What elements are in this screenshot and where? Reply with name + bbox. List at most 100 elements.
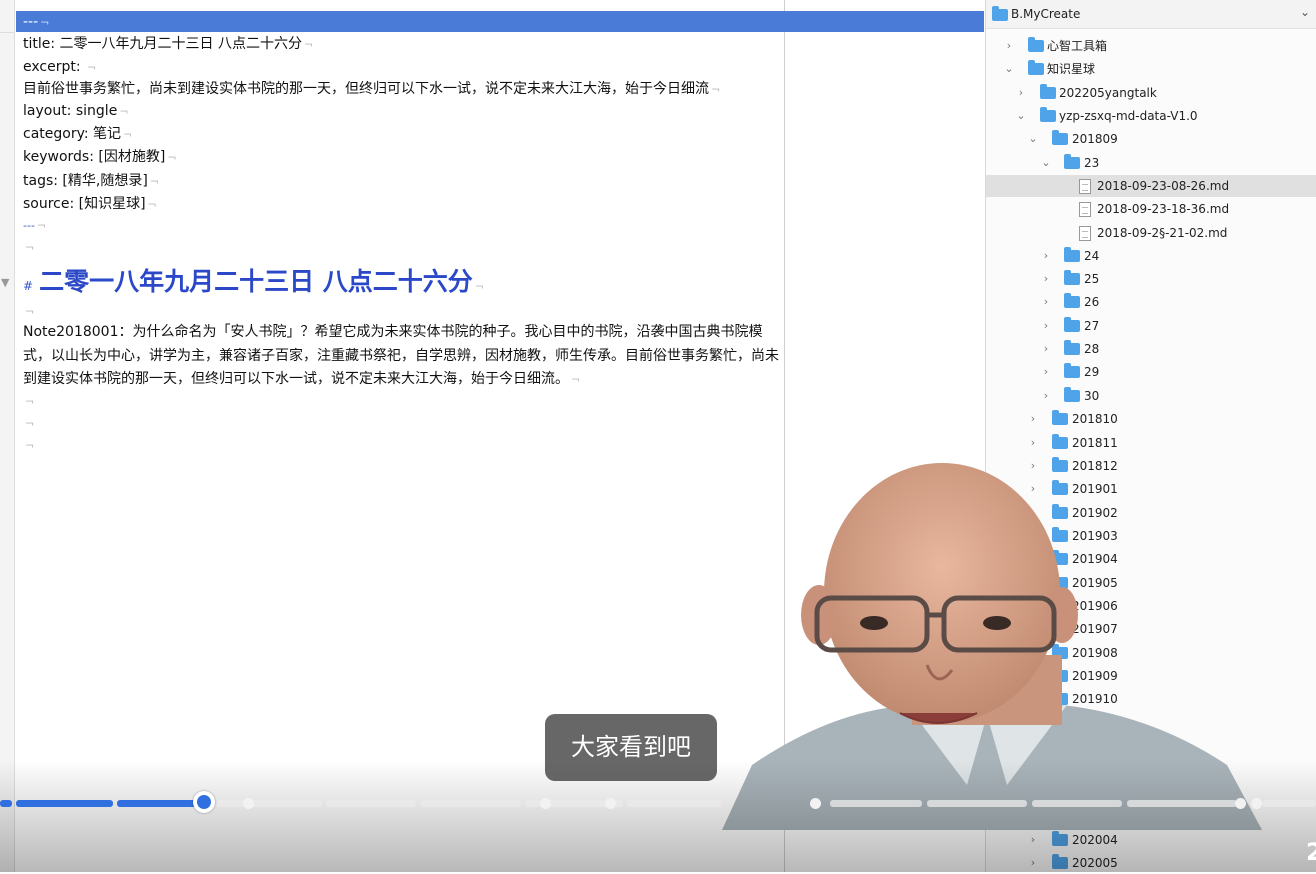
tree-folder-row[interactable]: › 心智工具箱 [986, 35, 1316, 57]
folder-icon [1052, 130, 1068, 145]
folder-icon [1064, 154, 1080, 169]
tree-item-label: 201809 [1072, 132, 1118, 146]
chapter-marker[interactable] [605, 798, 616, 809]
progress-chapter[interactable] [217, 800, 322, 807]
chevron-right-icon[interactable]: › [1041, 338, 1051, 360]
tree-file-row[interactable]: 2018-09-23-18-36.md [986, 198, 1316, 220]
folder-icon [1064, 363, 1080, 378]
markdown-file-icon [1079, 226, 1091, 241]
chevron-right-icon[interactable]: › [1041, 385, 1051, 407]
progress-chapter[interactable] [1262, 800, 1316, 807]
progress-scrubber-handle[interactable] [193, 791, 215, 813]
note-heading: # 二零一八年九月二十三日 八点二十六分 ¬ [23, 267, 484, 296]
chevron-right-icon[interactable]: › [1041, 291, 1051, 313]
progress-chapter[interactable] [0, 800, 12, 807]
frontmatter-excerpt: excerpt: ¬ [23, 59, 97, 75]
progress-chapter[interactable] [117, 800, 202, 807]
chevron-right-icon[interactable]: › [1016, 82, 1026, 104]
progress-chapter[interactable] [830, 800, 922, 807]
chevron-down-icon[interactable]: ⌄ [1016, 105, 1026, 127]
time-display: 2 [1306, 838, 1316, 866]
chevron-right-icon[interactable]: › [1041, 245, 1051, 267]
tree-folder-row[interactable]: › 26 [986, 291, 1316, 313]
chapter-marker[interactable] [540, 798, 551, 809]
chevron-right-icon[interactable]: › [1041, 315, 1051, 337]
tree-folder-row[interactable]: › 28 [986, 338, 1316, 360]
frontmatter-title: title: 二零一八年九月二十三日 八点二十六分 ¬ [23, 36, 314, 52]
folder-icon [1064, 270, 1080, 285]
progress-chapter[interactable] [627, 800, 721, 807]
frontmatter-keywords: keywords: [因材施教] ¬ [23, 149, 177, 165]
tree-folder-row[interactable]: › 30 [986, 385, 1316, 407]
tree-folder-row[interactable]: › 201811 [986, 432, 1316, 454]
chevron-right-icon[interactable]: › [1004, 35, 1014, 57]
tree-item-label: 27 [1084, 319, 1100, 333]
body-line: 式，以山长为中心，讲学为主，兼容诸子百家，注重藏书祭祀，自学思辨，因材施教，师生… [23, 348, 779, 364]
blank-line: ¬ [25, 395, 35, 408]
frontmatter-tags: tags: [精华,随想录] ¬ [23, 173, 160, 189]
tree-item-label: 26 [1084, 295, 1100, 309]
chevron-right-icon[interactable]: › [1041, 268, 1051, 290]
chapter-marker[interactable] [1251, 798, 1262, 809]
video-progress-bar[interactable] [0, 791, 1316, 813]
folder-icon [1040, 84, 1056, 99]
tree-folder-row[interactable]: › 202205yangtalk [986, 82, 1316, 104]
folder-icon [1028, 37, 1044, 52]
tree-root-row[interactable]: B.MyCreate ⌄ [986, 0, 1316, 29]
folder-icon [1064, 317, 1080, 332]
tree-item-label: 2018-09-23-18-36.md [1097, 202, 1230, 216]
fold-arrow-icon[interactable]: ▼ [1, 276, 9, 289]
folder-icon [1052, 410, 1068, 425]
progress-chapter[interactable] [16, 800, 113, 807]
frontmatter-category: category: 笔记 ¬ [23, 126, 133, 142]
folder-icon [1040, 107, 1056, 122]
tree-folder-row[interactable]: › 24 [986, 245, 1316, 267]
progress-chapter[interactable] [326, 800, 416, 807]
blank-line: ¬ [25, 305, 35, 318]
chapter-marker[interactable] [243, 798, 254, 809]
tree-item-label: 202205yangtalk [1059, 86, 1157, 100]
folder-icon [1064, 247, 1080, 262]
progress-chapter[interactable] [1127, 800, 1237, 807]
tree-item-label: yzp-zsxq-md-data-V1.0 [1059, 109, 1198, 123]
tree-item-label: 201810 [1072, 412, 1118, 426]
chapter-marker[interactable] [1235, 798, 1246, 809]
tree-folder-row[interactable]: › 201810 [986, 408, 1316, 430]
chevron-right-icon[interactable]: › [1028, 432, 1038, 454]
tree-item-label: 2018-09-23-08-26.md [1097, 179, 1230, 193]
editor-gutter [0, 0, 15, 872]
tree-folder-row[interactable]: ⌄ 知识星球 [986, 58, 1316, 80]
markdown-file-icon [1079, 179, 1091, 194]
tree-file-row[interactable]: 2018-09-23-08-26.md [986, 175, 1316, 197]
tree-item-label: 28 [1084, 342, 1100, 356]
frontmatter-close: --- ¬ [23, 219, 47, 232]
tree-file-row[interactable]: 2018-09-2§-21-02.md [986, 222, 1316, 244]
tree-folder-row[interactable]: ⌄ 23 [986, 152, 1316, 174]
folder-icon [1064, 387, 1080, 402]
tree-folder-row[interactable]: › 25 [986, 268, 1316, 290]
folder-icon [1064, 340, 1080, 355]
chevron-right-icon[interactable]: › [1041, 361, 1051, 383]
tree-item-label: 心智工具箱 [1047, 39, 1108, 53]
tree-item-label: 24 [1084, 249, 1100, 263]
folder-icon [1028, 60, 1044, 75]
tree-folder-row[interactable]: ⌄ yzp-zsxq-md-data-V1.0 [986, 105, 1316, 127]
progress-chapter[interactable] [1032, 800, 1122, 807]
progress-chapter[interactable] [421, 800, 521, 807]
chapter-marker[interactable] [810, 798, 821, 809]
blank-line: ¬ [25, 417, 35, 430]
tree-folder-row[interactable]: › 29 [986, 361, 1316, 383]
tree-root-label: B.MyCreate [1011, 7, 1081, 21]
folder-icon [1064, 293, 1080, 308]
frontmatter-open: --- ¬ [23, 14, 50, 30]
tree-folder-row[interactable]: › 27 [986, 315, 1316, 337]
chevron-down-icon[interactable]: ⌄ [1300, 5, 1310, 19]
chevron-right-icon[interactable]: › [1028, 408, 1038, 430]
chevron-down-icon[interactable]: ⌄ [1041, 152, 1051, 174]
body-line: Note2018001：为什么命名为「安人书院」？希望它成为未来实体书院的种子。… [23, 324, 763, 340]
blank-line: ¬ [25, 439, 35, 452]
chevron-down-icon[interactable]: ⌄ [1004, 58, 1014, 80]
chevron-down-icon[interactable]: ⌄ [1028, 128, 1038, 150]
progress-chapter[interactable] [927, 800, 1027, 807]
tree-folder-row[interactable]: ⌄ 201809 [986, 128, 1316, 150]
